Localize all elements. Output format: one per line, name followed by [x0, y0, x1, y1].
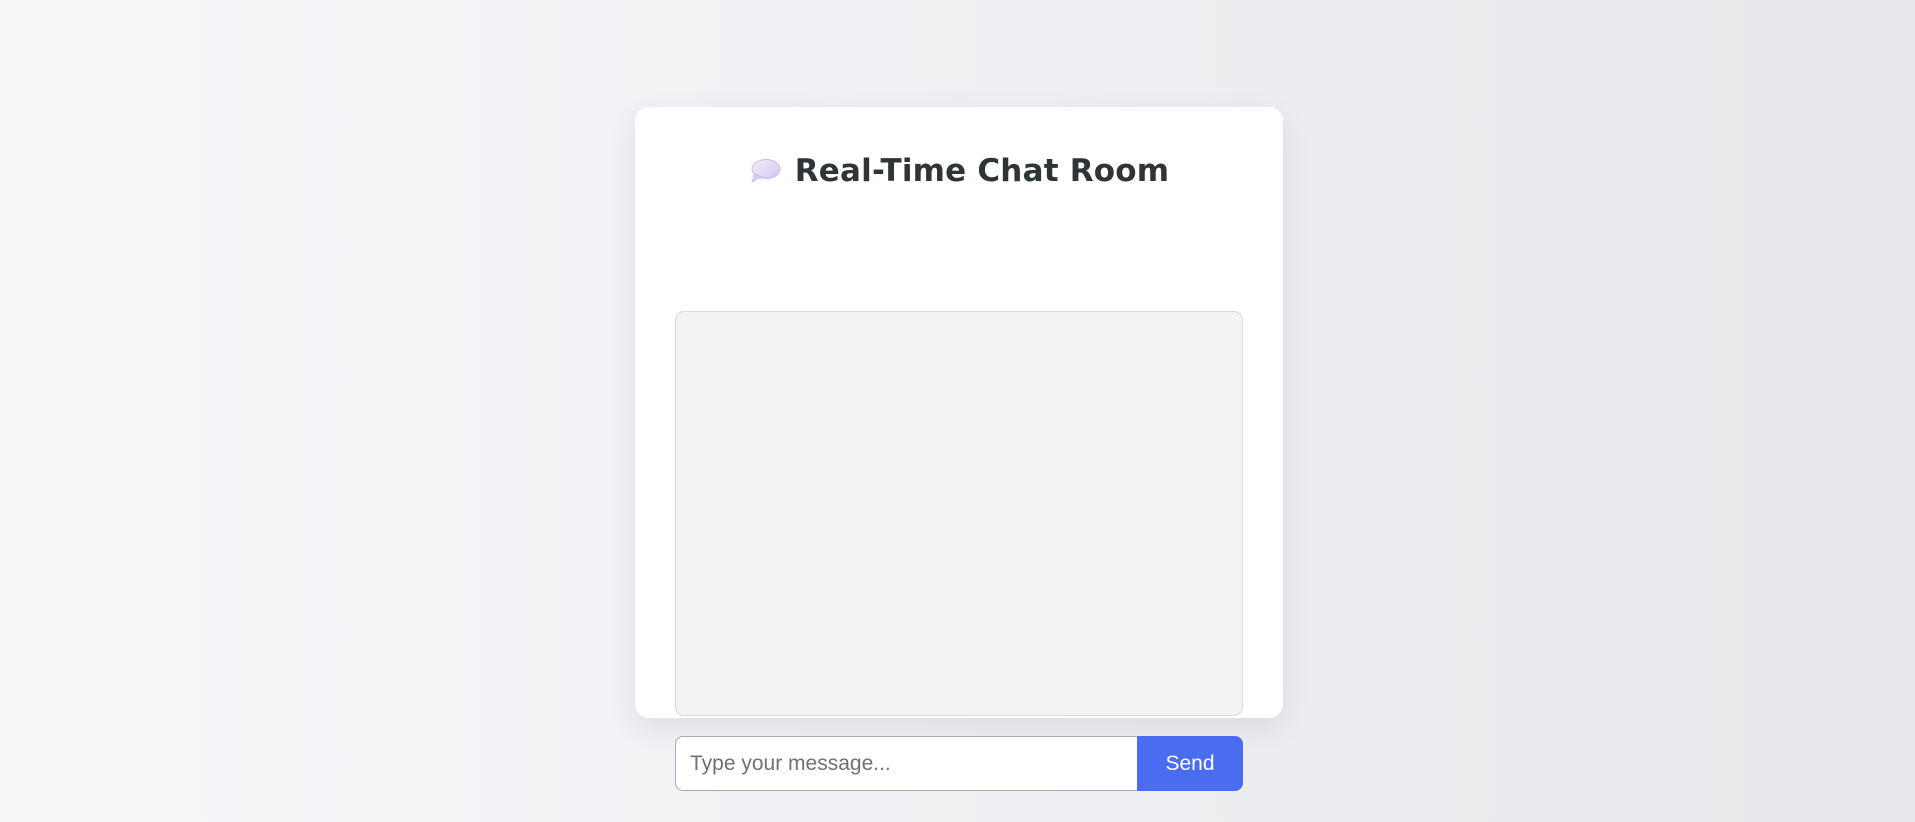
send-button[interactable]: Send [1137, 736, 1243, 791]
message-list[interactable] [675, 311, 1243, 716]
chat-card: Real-Time Chat Room Send [635, 107, 1283, 791]
composer: Send [675, 736, 1243, 791]
header: Real-Time Chat Room [635, 143, 1283, 199]
speech-bubble-icon [749, 158, 781, 184]
message-input[interactable] [675, 736, 1137, 791]
page-title: Real-Time Chat Room [794, 153, 1170, 189]
